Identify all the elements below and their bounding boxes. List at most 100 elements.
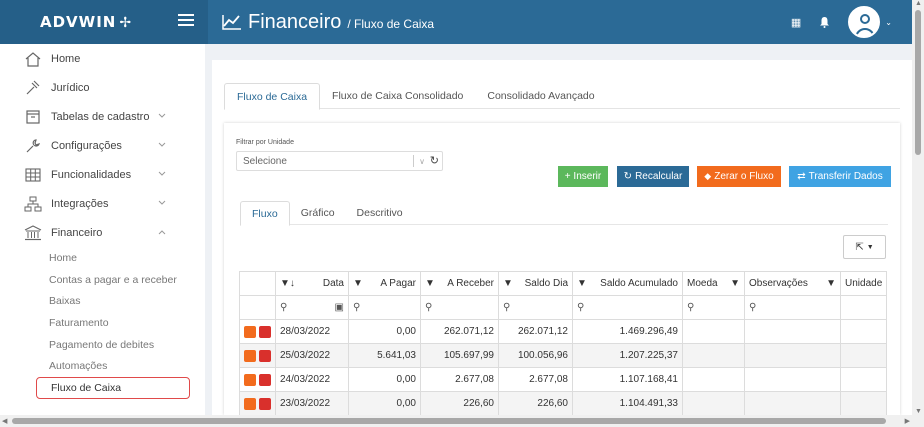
column-header-data[interactable]: ▼↓ Data (275, 271, 349, 296)
sidebar-subitem-fluxo-de-caixa[interactable]: Fluxo de Caixa (36, 377, 190, 399)
tab-consolidado-avancado[interactable]: Consolidado Avançado (475, 83, 606, 109)
user-menu[interactable]: ⌄ (848, 6, 892, 38)
reset-flow-button[interactable]: ◆ Zerar o Fluxo (697, 166, 781, 187)
cell-data: 28/03/2022 (275, 319, 349, 344)
sidebar-item-integracoes[interactable]: Integrações (0, 189, 205, 218)
vertical-scrollbar[interactable]: ▲ ▼ (912, 0, 924, 415)
horizontal-scroll-thumb[interactable] (12, 418, 886, 424)
home-icon (25, 51, 41, 67)
search-cell[interactable]: ⚲ (498, 295, 573, 320)
brand-area: ADVWIN ✢ (0, 0, 208, 44)
search-icon: ⚲ (353, 302, 361, 313)
export-button[interactable]: ⇱ ▼ (843, 235, 886, 259)
column-header-a-pagar[interactable]: ▼ A Pagar (348, 271, 421, 296)
horizontal-scrollbar[interactable]: ◀ ▶ (0, 415, 924, 427)
page-heading: Financeiro / Fluxo de Caixa (208, 11, 434, 34)
recalculate-button[interactable]: ↻ Recalcular (617, 166, 689, 187)
cell-a-receber: 226,60 (420, 391, 499, 416)
tab-fluxo[interactable]: Fluxo (240, 201, 290, 226)
edit-icon[interactable] (244, 397, 256, 410)
filter-icon[interactable]: ▼ (503, 278, 513, 289)
export-icon: ⇱ (855, 241, 864, 253)
filter-icon[interactable]: ▼ (826, 278, 836, 289)
brand-mark-icon: ✢ (119, 13, 132, 30)
tab-fluxo-consolidado[interactable]: Fluxo de Caixa Consolidado (320, 83, 475, 109)
column-header-saldo-acumulado[interactable]: ▼ Saldo Acumulado (572, 271, 683, 296)
cell-a-pagar: 0,00 (348, 367, 421, 392)
chevron-up-icon (158, 230, 166, 235)
edit-icon[interactable] (244, 349, 256, 362)
sidebar-subitem-faturamento[interactable]: Faturamento (0, 312, 205, 334)
sidebar-subitem-automacoes[interactable]: Automações (0, 355, 205, 377)
column-header-observacoes[interactable]: Observações ▼ (744, 271, 841, 296)
column-header-saldo-dia[interactable]: ▼ Saldo Dia (498, 271, 573, 296)
sidebar-subitem-home[interactable]: Home (0, 247, 205, 269)
vertical-scroll-thumb[interactable] (915, 10, 921, 155)
search-cell[interactable]: ⚲ (572, 295, 683, 320)
eraser-icon: ◆ (704, 171, 712, 181)
sidebar-item-tabelas[interactable]: Tabelas de cadastro (0, 102, 205, 131)
filter-icon[interactable]: ▼ (425, 278, 435, 289)
filter-icon[interactable]: ▼ (730, 278, 740, 289)
calendar-icon[interactable]: ▣ (335, 302, 344, 313)
sidebar-item-financeiro[interactable]: Financeiro (0, 218, 205, 247)
tab-grafico[interactable]: Gráfico (290, 201, 346, 224)
search-cell[interactable]: ⚲ (744, 295, 841, 320)
sidebar-item-label: Configurações (51, 139, 122, 152)
scroll-down-icon[interactable]: ▼ (915, 408, 922, 415)
tab-fluxo-de-caixa[interactable]: Fluxo de Caixa (224, 83, 321, 110)
column-header-moeda[interactable]: Moeda ▼ (682, 271, 745, 296)
search-cell[interactable]: ⚲ (348, 295, 421, 320)
top-bar: ADVWIN ✢ Financeiro / Fluxo de Caixa ▦ ⌄ (0, 0, 912, 44)
search-cell[interactable]: ⚲ (682, 295, 745, 320)
sidebar-subitem-baixas[interactable]: Baixas (0, 290, 205, 312)
search-icon: ⚲ (577, 302, 585, 313)
menu-toggle-icon[interactable] (178, 14, 194, 26)
edit-icon[interactable] (244, 325, 256, 338)
trash-icon[interactable] (259, 349, 271, 362)
sidebar-item-funcionalidades[interactable]: Funcionalidades (0, 160, 205, 189)
transfer-data-label: Transferir Dados (808, 171, 883, 182)
avatar (848, 6, 881, 38)
search-cell (239, 295, 276, 320)
calendar-icon[interactable]: ▦ (791, 16, 801, 29)
column-header-a-receber[interactable]: ▼ A Receber (420, 271, 499, 296)
sidebar-item-juridico[interactable]: Jurídico (0, 73, 205, 102)
sidebar-item-home[interactable]: Home (0, 44, 205, 73)
chevron-down-icon (158, 200, 166, 205)
sidebar-subitem-contas[interactable]: Contas a pagar e a receber (0, 269, 205, 291)
sidebar-item-configuracoes[interactable]: Configurações (0, 131, 205, 160)
filter-icon[interactable]: ▼ (353, 278, 363, 289)
sidebar-subitem-pagamento[interactable]: Pagamento de debites (0, 334, 205, 356)
refresh-icon: ↻ (623, 171, 633, 182)
cell-unidade (839, 391, 888, 416)
brand-logo: ADVWIN (40, 13, 117, 31)
scroll-left-icon[interactable]: ◀ (2, 417, 7, 425)
column-header-unidade[interactable]: Unidade (839, 271, 888, 296)
row-actions (239, 343, 276, 368)
scroll-right-icon[interactable]: ▶ (905, 417, 910, 425)
page-title: Financeiro (248, 10, 342, 33)
unit-select[interactable]: Selecione ∨ ↻ (236, 151, 443, 171)
filter-icon[interactable]: ▼↓ (280, 278, 295, 289)
search-cell[interactable]: ⚲ (420, 295, 499, 320)
cell-data: 24/03/2022 (275, 367, 349, 392)
trash-icon[interactable] (259, 373, 271, 386)
trash-icon[interactable] (259, 397, 271, 410)
cell-observacoes (744, 367, 841, 392)
transfer-data-button[interactable]: ⇄ Transferir Dados (789, 166, 891, 187)
table-header-row: ▼↓ Data ▼ A Pagar ▼ A Receber ▼ Saldo Dia ▼ S… (239, 271, 888, 296)
filter-icon[interactable]: ▼ (577, 278, 587, 289)
search-icon: ⚲ (749, 302, 757, 313)
tab-descritivo[interactable]: Descritivo (346, 201, 414, 224)
bell-icon[interactable] (819, 16, 830, 28)
search-cell[interactable]: ⚲ ▣ (275, 295, 349, 320)
insert-button[interactable]: + Inserir (558, 166, 608, 187)
scroll-up-icon[interactable]: ▲ (915, 0, 922, 7)
edit-icon[interactable] (244, 373, 256, 386)
sidebar-item-label: Financeiro (51, 226, 103, 239)
refresh-icon[interactable]: ↻ (430, 154, 439, 167)
sidebar-item-label: Jurídico (51, 81, 90, 94)
cell-saldo-dia: 226,60 (498, 391, 573, 416)
trash-icon[interactable] (259, 325, 271, 338)
